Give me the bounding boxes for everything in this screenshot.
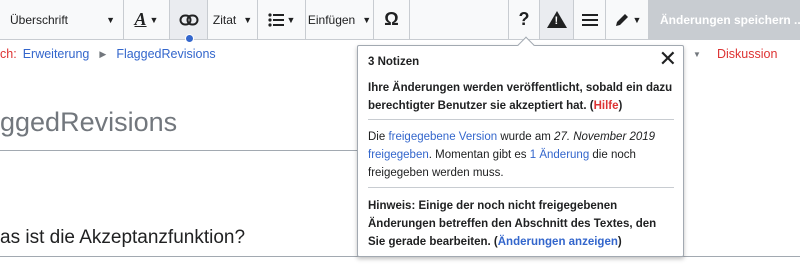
notice-divider xyxy=(368,187,674,188)
stable-version-link[interactable]: freigegebene Version xyxy=(388,131,497,143)
notice-text: ) xyxy=(617,236,622,248)
pending-changes-link[interactable]: 1 Änderung xyxy=(530,149,589,161)
chevron-down-icon: ▼ xyxy=(286,14,296,25)
link-indicator-dot xyxy=(184,34,194,43)
notice-text: Ihre Änderungen werden veröffentlicht, s… xyxy=(368,82,673,112)
notice-pending-approval: Ihre Änderungen werden veröffentlicht, s… xyxy=(368,79,674,115)
approval-date: 27. November 2019 xyxy=(554,131,656,143)
paragraph-format-dropdown[interactable]: Überschrift ▼ xyxy=(0,0,124,39)
chevron-down-icon: ▼ xyxy=(632,14,642,25)
section-heading: as ist die Akzeptanzfunktion? xyxy=(0,227,246,248)
menu-icon xyxy=(581,13,598,26)
chevron-down-icon: ▼ xyxy=(106,14,115,25)
insert-label: Einfügen xyxy=(307,12,356,27)
save-changes-button[interactable]: Änderungen speichern ... xyxy=(648,0,800,40)
chevron-down-icon: ▼ xyxy=(243,14,253,25)
breadcrumb-prefix: ch: xyxy=(0,47,17,61)
bullet-list-icon xyxy=(267,12,284,27)
omega-icon: Ω xyxy=(384,9,399,29)
notice-divider xyxy=(368,119,674,120)
chevron-down-icon: ▼ xyxy=(362,14,372,25)
text-style-icon: A xyxy=(134,9,147,29)
notices-button[interactable]: ! xyxy=(540,0,574,39)
pencil-icon xyxy=(615,13,628,26)
close-icon[interactable]: ✕ xyxy=(659,48,677,70)
editor-toolbar: Überschrift ▼ A ▼ Zitat ▼ ▼ Einfügen ▼ Ω… xyxy=(0,0,800,43)
text-style-dropdown[interactable]: A ▼ xyxy=(124,0,170,39)
breadcrumb-link-flaggedrevisions[interactable]: FlaggedRevisions xyxy=(116,47,215,61)
notice-text: . Momentan gibt es xyxy=(428,149,530,161)
special-characters-button[interactable]: Ω xyxy=(374,0,410,39)
insert-dropdown[interactable]: Einfügen ▼ xyxy=(306,0,374,39)
notice-text: ) xyxy=(618,100,623,112)
breadcrumb-link-extension[interactable]: Erweiterung xyxy=(23,47,90,61)
chevron-down-icon[interactable]: ▼ xyxy=(693,50,701,59)
editor-switch-dropdown[interactable]: ▼ xyxy=(606,0,650,39)
notices-popup: 3 Notizen ✕ Ihre Änderungen werden veröf… xyxy=(357,36,684,257)
title-divider xyxy=(0,150,358,151)
warning-icon: ! xyxy=(546,11,567,28)
show-changes-link[interactable]: Änderungen anzeigen xyxy=(498,236,618,248)
notice-stable-version: Die freigegebene Version wurde am 27. No… xyxy=(368,128,674,182)
notice-text: Die xyxy=(368,131,389,143)
approved-link[interactable]: freigegeben xyxy=(368,149,429,161)
help-link[interactable]: Hilfe xyxy=(594,100,619,112)
paragraph-format-label: Überschrift xyxy=(10,12,69,27)
quote-label: Zitat xyxy=(212,12,237,27)
notice-section-pending: Hinweis: Einige der noch nicht freigegeb… xyxy=(368,197,674,251)
tab-discussion[interactable]: Diskussion xyxy=(717,47,777,61)
popup-title: 3 Notizen xyxy=(368,56,420,68)
link-button[interactable] xyxy=(170,0,208,43)
chevron-right-icon: ▶ xyxy=(99,49,107,59)
breadcrumb: ch: Erweiterung ▶ FlaggedRevisions xyxy=(0,47,216,61)
help-icon: ? xyxy=(518,9,530,29)
help-button[interactable]: ? xyxy=(508,0,540,39)
page-title: ggedRevisions xyxy=(0,107,178,137)
notice-text: wurde am xyxy=(497,131,555,143)
quote-dropdown[interactable]: Zitat ▼ xyxy=(208,0,258,39)
list-dropdown[interactable]: ▼ xyxy=(258,0,306,39)
page-options-button[interactable] xyxy=(574,0,606,39)
chevron-down-icon: ▼ xyxy=(149,14,159,25)
link-icon xyxy=(179,14,198,25)
